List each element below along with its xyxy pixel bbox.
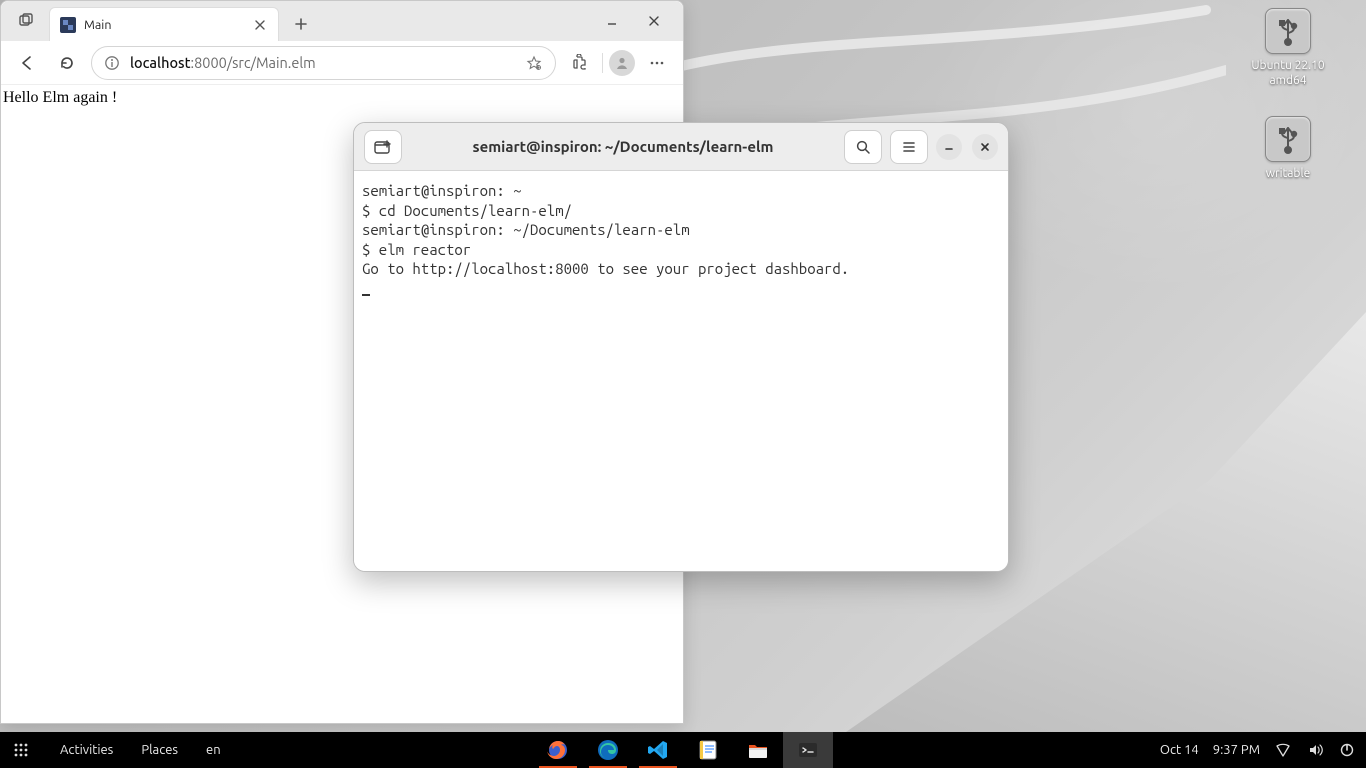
- new-tab-button[interactable]: [287, 10, 315, 38]
- terminal-menu-button[interactable]: [890, 130, 928, 164]
- refresh-button[interactable]: [51, 47, 83, 79]
- terminal-search-button[interactable]: [844, 130, 882, 164]
- favorite-button[interactable]: [523, 52, 545, 74]
- usb-icon: [1265, 8, 1311, 54]
- browser-tab-strip: Main: [1, 1, 683, 41]
- terminal-line: Go to http://localhost:8000 to see your …: [362, 260, 849, 277]
- activities-menu[interactable]: Activities: [46, 743, 127, 757]
- tab-actions-button[interactable]: [9, 4, 43, 38]
- desktop-icon-ubuntu[interactable]: Ubuntu 22.10amd64: [1251, 8, 1324, 88]
- task-text-editor[interactable]: [683, 732, 733, 768]
- task-firefox[interactable]: [533, 732, 583, 768]
- terminal-line: $ elm reactor: [362, 241, 471, 258]
- terminal-close-button[interactable]: [972, 134, 998, 160]
- desktop-icons: Ubuntu 22.10amd64 writable: [1238, 8, 1338, 181]
- browser-window-controls: [595, 7, 683, 41]
- more-button[interactable]: [641, 47, 673, 79]
- address-bar[interactable]: localhost:8000/src/Main.elm: [91, 46, 556, 80]
- elm-favicon: [60, 17, 76, 33]
- tab-close-button[interactable]: [252, 17, 268, 33]
- terminal-window-controls: [936, 134, 998, 160]
- terminal-cursor: [362, 294, 370, 296]
- back-button[interactable]: [11, 47, 43, 79]
- terminal-window: semiart@inspiron: ~/Documents/learn-elm …: [353, 122, 1009, 572]
- terminal-line: semiart@inspiron: ~: [362, 182, 522, 199]
- task-vscode[interactable]: [633, 732, 683, 768]
- volume-icon[interactable]: [1306, 741, 1324, 759]
- task-terminal[interactable]: [783, 732, 833, 768]
- browser-minimize-button[interactable]: [595, 7, 629, 35]
- browser-tab-main[interactable]: Main: [49, 7, 279, 41]
- terminal-header: semiart@inspiron: ~/Documents/learn-elm: [354, 123, 1008, 171]
- task-edge[interactable]: [583, 732, 633, 768]
- terminal-title: semiart@inspiron: ~/Documents/learn-elm: [410, 138, 836, 155]
- terminal-line: $ cd Documents/learn-elm/: [362, 202, 572, 219]
- usb-icon: [1265, 116, 1311, 162]
- tab-title: Main: [84, 18, 244, 32]
- terminal-minimize-button[interactable]: [936, 134, 962, 160]
- url-text: localhost:8000/src/Main.elm: [130, 54, 515, 71]
- bottom-panel: Activities Places en Oct 14 9:37 PM: [0, 732, 1366, 768]
- desktop-icon-writable[interactable]: writable: [1265, 116, 1311, 181]
- site-info-icon[interactable]: [102, 53, 122, 73]
- terminal-body[interactable]: semiart@inspiron: ~ $ cd Documents/learn…: [354, 171, 1008, 571]
- terminal-line: semiart@inspiron: ~/Documents/learn-elm: [362, 221, 690, 238]
- app-grid-button[interactable]: [10, 739, 32, 761]
- browser-toolbar: localhost:8000/src/Main.elm: [1, 41, 683, 85]
- power-icon[interactable]: [1338, 741, 1356, 759]
- panel-date[interactable]: Oct 14: [1160, 743, 1199, 757]
- desktop-icon-label: writable: [1266, 166, 1310, 181]
- lang-indicator[interactable]: en: [192, 743, 235, 757]
- page-text: Hello Elm again !: [3, 89, 117, 106]
- extensions-button[interactable]: [564, 47, 596, 79]
- places-menu[interactable]: Places: [127, 743, 192, 757]
- taskbar: [533, 732, 833, 768]
- task-files[interactable]: [733, 732, 783, 768]
- browser-close-button[interactable]: [637, 7, 671, 35]
- profile-button[interactable]: [609, 50, 635, 76]
- toolbar-divider: [602, 53, 603, 73]
- status-area: Oct 14 9:37 PM: [1160, 741, 1356, 759]
- desktop-icon-label: Ubuntu 22.10amd64: [1251, 58, 1324, 88]
- network-icon[interactable]: [1274, 741, 1292, 759]
- panel-time[interactable]: 9:37 PM: [1213, 743, 1260, 757]
- terminal-new-tab-button[interactable]: [364, 130, 402, 164]
